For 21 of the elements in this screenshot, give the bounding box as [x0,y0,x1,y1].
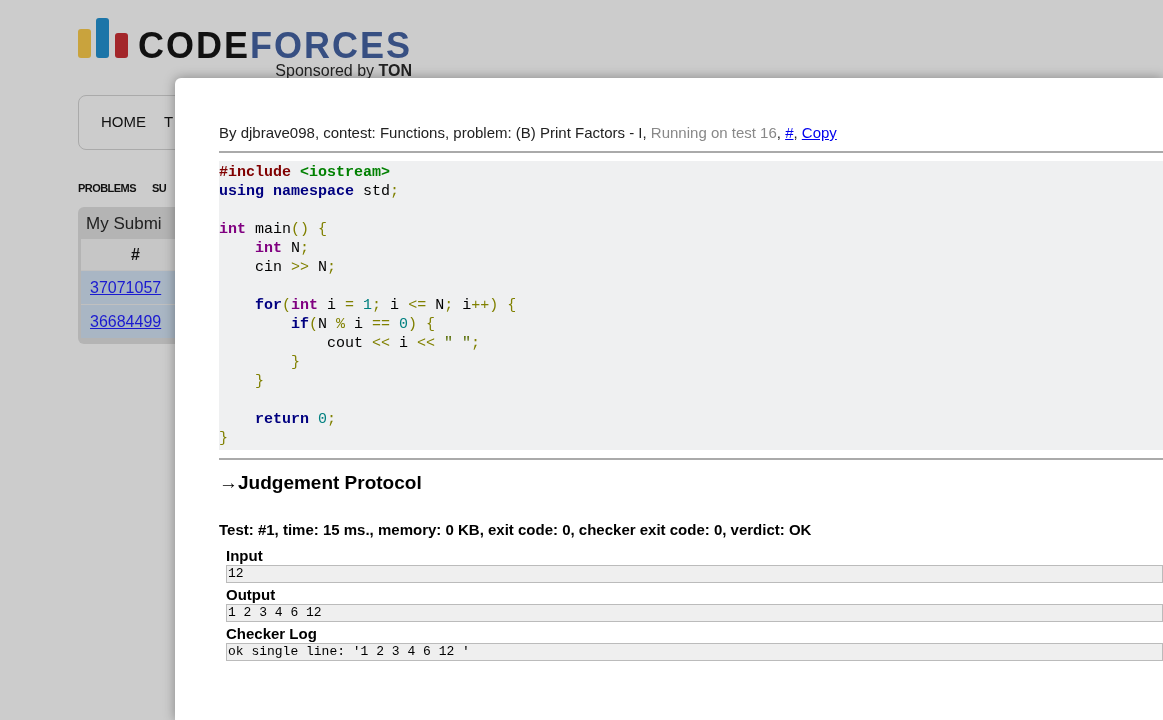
logo-text: CODE [138,28,250,64]
panel-title: My Submi [85,212,163,235]
section-label: Checker Log [226,624,318,643]
output-box: 12 [226,564,1163,583]
output-box: 1 2 3 4 6 12 [226,603,1163,622]
nav-link[interactable]: T [164,111,174,134]
output-box: ok single line: '1 2 3 4 6 12 ' [226,642,1163,661]
link[interactable]: Copy [801,124,837,141]
menu-link[interactable]: SU [151,180,167,197]
link[interactable]: # [785,124,794,141]
section-label: Input [226,546,264,565]
nav-link[interactable]: HOME [101,111,146,134]
logo-icon [78,18,128,58]
menu-link[interactable]: PROBLEMS [78,180,136,197]
logo-text: FORCES [250,28,413,64]
section-heading: →Judgement Protocol [219,470,423,495]
code-block: #include <iostream> using namespace std; int main() { int N; cin >> N; for(int i = 1; i <= N; i++) { if(N % i == 0) { cout << i << " "; } } return 0; } [219,160,1163,450]
test-summary: Test: #1, time: 15 ms., memory: 0 KB, exit code: 0, checker exit code: 0, verdict: OK [219,520,813,540]
submission-info: By djbrave098, contest: Functions, problem: (B) Print Factors - I, Running on test 16, #, Copy [219,122,1163,153]
sponsor-text: Sponsored by TON [275,63,413,79]
section-label: Output [226,585,277,604]
